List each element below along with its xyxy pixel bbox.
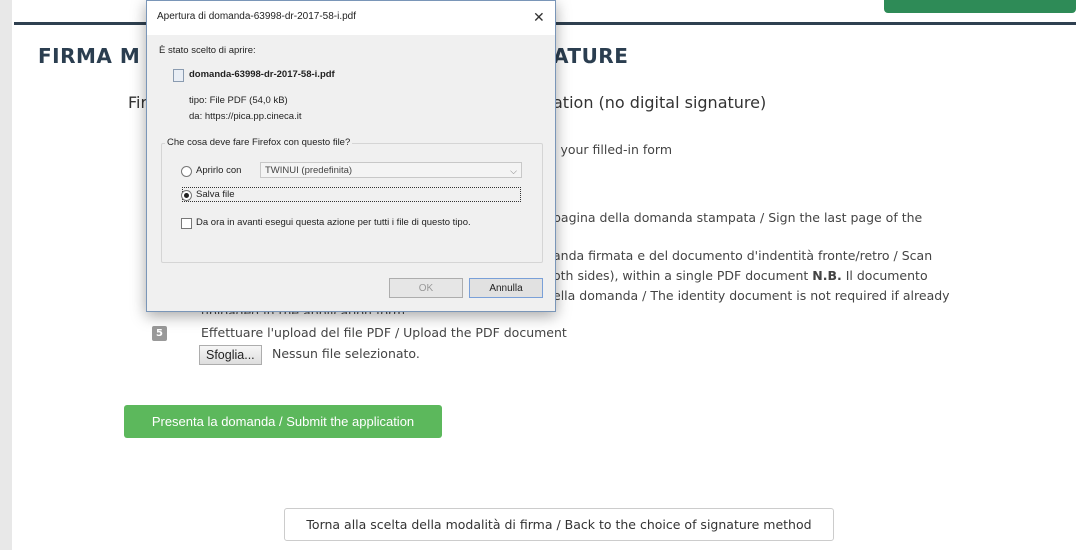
- chevron-down-icon: ⌵: [510, 166, 517, 176]
- left-edge-strip: [0, 0, 12, 550]
- action-group-box: [161, 143, 543, 263]
- dialog-title: Apertura di domanda-63998-dr-2017-58-i.p…: [157, 11, 357, 22]
- open-file-dialog: Apertura di domanda-63998-dr-2017-58-i.p…: [146, 0, 556, 312]
- open-with-radio[interactable]: [181, 166, 192, 177]
- radio-selected-dot: [184, 193, 189, 198]
- remember-action-label[interactable]: Da ora in avanti esegui questa azione pe…: [196, 217, 471, 228]
- ok-button[interactable]: OK: [389, 278, 463, 298]
- open-with-app-select[interactable]: TWINUI (predefinita) ⌵: [260, 162, 522, 178]
- save-file-label[interactable]: Salva file: [196, 189, 235, 200]
- dialog-titlebar[interactable]: Apertura di domanda-63998-dr-2017-58-i.p…: [147, 1, 555, 35]
- dialog-filename: domanda-63998-dr-2017-58-i.pdf: [189, 69, 335, 80]
- remember-action-checkbox[interactable]: [181, 218, 192, 229]
- submit-application-button[interactable]: Presenta la domanda / Submit the applica…: [124, 405, 442, 438]
- subtitle-left: Fir: [128, 93, 148, 112]
- cancel-button[interactable]: Annulla: [469, 278, 543, 298]
- firefox-question: Che cosa deve fare Firefox con questo fi…: [165, 137, 353, 148]
- step-5-badge: 5: [152, 326, 167, 341]
- pdf-file-icon: [173, 69, 184, 82]
- nb-label: N.B.: [812, 268, 842, 283]
- instruction-line-3b-post: Il documento: [841, 268, 928, 283]
- back-to-signature-method-button[interactable]: Torna alla scelta della modalità di firm…: [284, 508, 834, 541]
- subtitle-right: ation (no digital signature): [553, 93, 767, 112]
- instruction-line-3c: ella domanda / The identity document is …: [553, 288, 950, 303]
- page-title-right: ATURE: [553, 44, 629, 68]
- close-icon[interactable]: ✕: [533, 9, 545, 26]
- browse-file-button[interactable]: Sfoglia...: [199, 345, 262, 365]
- open-with-app-value: TWINUI (predefinita): [265, 165, 353, 176]
- instruction-line-3b: oth sides), within a single PDF document…: [553, 268, 928, 283]
- open-with-label[interactable]: Aprirlo con: [196, 165, 241, 176]
- chosen-to-open-label: È stato scelto di aprire:: [159, 45, 256, 56]
- instruction-line-1: l your filled-in form: [553, 142, 672, 157]
- step-5-text: Effettuare l'upload del file PDF / Uploa…: [201, 325, 567, 340]
- instruction-line-3b-pre: oth sides), within a single PDF document: [553, 268, 813, 283]
- instruction-line-3a: anda firmata e del documento d'indentità…: [553, 248, 933, 263]
- file-source-line: da: https://pica.pp.cineca.it: [189, 111, 302, 122]
- page-title-left: FIRMA M: [38, 44, 141, 68]
- save-file-radio[interactable]: [181, 190, 192, 201]
- file-type-line: tipo: File PDF (54,0 kB): [189, 95, 288, 106]
- instruction-line-2: pagina della domanda stampata / Sign the…: [553, 210, 923, 225]
- header-green-button[interactable]: [884, 0, 1076, 13]
- no-file-selected-text: Nessun file selezionato.: [272, 346, 420, 361]
